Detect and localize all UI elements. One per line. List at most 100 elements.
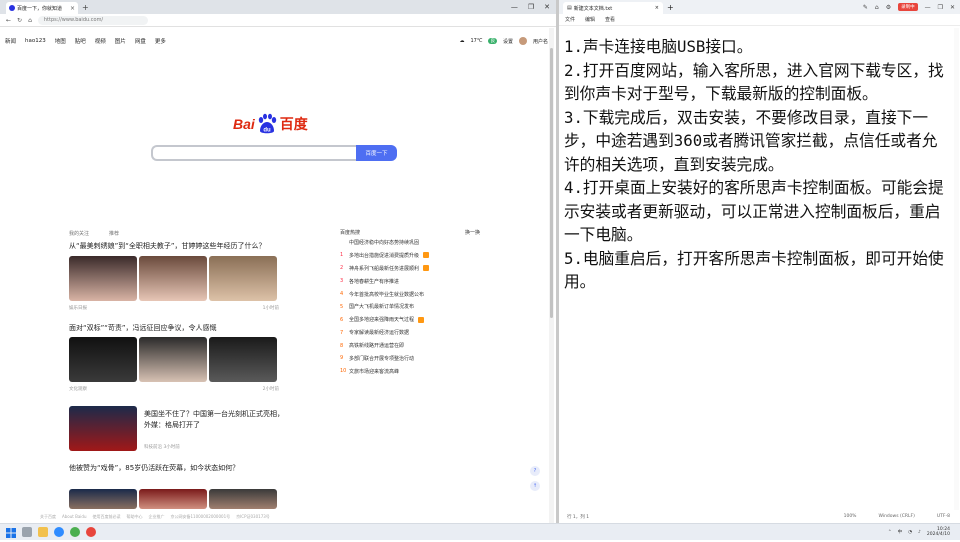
notepad-scrollbar[interactable] xyxy=(954,28,959,510)
news-image[interactable] xyxy=(209,337,277,382)
wifi-icon[interactable]: ◔ xyxy=(908,530,912,535)
volume-icon[interactable]: ♪ xyxy=(918,530,921,535)
news-title[interactable]: 他被赞为“戏骨”，85岁仍活跃在荧幕，如今状态如何？ xyxy=(69,463,284,474)
user-name[interactable]: 用户名 xyxy=(533,38,548,45)
hot-search-text[interactable]: 神舟系列飞船最新任务进展顺利 xyxy=(349,265,419,272)
close-tab-icon[interactable]: × xyxy=(70,5,75,12)
nav-link[interactable]: 新闻 xyxy=(5,37,16,45)
nav-link[interactable]: 视频 xyxy=(95,37,106,45)
search-button[interactable]: 百度一下 xyxy=(356,145,397,161)
file-explorer-icon[interactable] xyxy=(38,527,48,537)
record-badge[interactable]: 录制中 xyxy=(898,3,918,11)
weather-temp[interactable]: 17℃ xyxy=(470,38,482,44)
hot-search-item[interactable]: 4 今年首批高校毕业生就业数据公布 xyxy=(340,288,480,301)
footer-link[interactable]: 帮助中心 xyxy=(126,514,142,520)
news-image[interactable] xyxy=(139,489,207,509)
menu-file[interactable]: 文件 xyxy=(565,16,575,23)
hot-search-item[interactable]: 中国经济稳中向好态势持续巩固 xyxy=(340,236,480,249)
maximize-button[interactable]: ❐ xyxy=(938,4,943,11)
close-button[interactable]: ✕ xyxy=(544,3,550,11)
news-thumbs[interactable] xyxy=(69,489,277,509)
footer-link[interactable]: 京ICP证030173号 xyxy=(236,514,270,520)
hot-search-text[interactable]: 多地出台措施促进消费提质升级 xyxy=(349,252,419,259)
news-image[interactable] xyxy=(209,256,277,301)
news-thumbs[interactable] xyxy=(69,256,277,301)
minimize-button[interactable]: — xyxy=(925,4,931,11)
news-image[interactable] xyxy=(69,406,137,451)
news-image[interactable] xyxy=(69,256,137,301)
hot-search-text[interactable]: 各地春耕生产有序推进 xyxy=(349,278,399,285)
footer-link[interactable]: 京公网安备11000002000001号 xyxy=(170,514,230,520)
news-image[interactable] xyxy=(69,489,137,509)
news-image[interactable] xyxy=(69,337,137,382)
hot-search-item[interactable]: 3 各地春耕生产有序推进 xyxy=(340,275,480,288)
browser-tab[interactable]: 百度一下，你就知道 × xyxy=(6,2,78,14)
nav-link[interactable]: 网盘 xyxy=(135,37,146,45)
notepad-text-area[interactable]: 1.声卡连接电脑USB接口。 2.打开百度网站，输入客所思，进入官网下载专区，找… xyxy=(564,35,952,294)
hot-search-item[interactable]: 1 多地出台措施促进消费提质升级 xyxy=(340,249,480,262)
back-icon[interactable]: ← xyxy=(6,17,11,24)
scrollbar-thumb[interactable] xyxy=(550,48,553,318)
hot-search-item[interactable]: 9 多部门联合开展专项整治行动 xyxy=(340,352,480,365)
news-title[interactable]: 面对“双标”“苛责”，冯远征回应争议，令人感慨 xyxy=(69,323,217,333)
minimize-button[interactable]: — xyxy=(511,3,518,11)
hot-search-text[interactable]: 文旅市场迎来客流高峰 xyxy=(349,368,399,375)
gear-icon[interactable]: ⚙ xyxy=(886,4,891,11)
footer-link[interactable]: 关于百度 xyxy=(40,514,56,520)
hot-search-item[interactable]: 6 全国多地迎来强降雨天气过程 xyxy=(340,313,480,326)
nav-link[interactable]: 贴吧 xyxy=(75,37,86,45)
hot-search-text[interactable]: 今年首批高校毕业生就业数据公布 xyxy=(349,291,424,298)
nav-link[interactable]: 地图 xyxy=(55,37,66,45)
notepad-tab[interactable]: ▤ 新建文本文档.txt × xyxy=(563,2,663,14)
hot-search-item[interactable]: 2 神舟系列飞船最新任务进展顺利 xyxy=(340,262,480,275)
news-image[interactable] xyxy=(139,256,207,301)
hot-search-item[interactable]: 7 专家解读最新经济运行数据 xyxy=(340,326,480,339)
tab-recommend[interactable]: 推荐 xyxy=(109,230,119,237)
news-title[interactable]: 美国坐不住了？中国第一台光刻机正式亮相，外媒：格局打开了 xyxy=(144,409,284,431)
tab-following[interactable]: 我的关注 xyxy=(69,230,89,237)
pen-icon[interactable]: ✎ xyxy=(863,4,868,11)
news-image[interactable] xyxy=(209,489,277,509)
close-button[interactable]: ✕ xyxy=(950,4,955,11)
input-method-indicator[interactable]: 中 xyxy=(898,529,903,535)
back-to-top-button[interactable]: ↑ xyxy=(530,481,540,491)
nav-link[interactable]: 图片 xyxy=(115,37,126,45)
refresh-hot-link[interactable]: 换一换 xyxy=(465,229,480,236)
chrome-icon[interactable] xyxy=(70,527,80,537)
edge-browser-icon[interactable] xyxy=(54,527,64,537)
news-image[interactable] xyxy=(139,337,207,382)
close-tab-icon[interactable]: × xyxy=(655,5,659,11)
clock[interactable]: 10:24 2024/4/10 xyxy=(927,527,950,537)
new-tab-button[interactable]: + xyxy=(667,3,674,12)
avatar[interactable] xyxy=(518,37,527,45)
nav-link[interactable]: hao123 xyxy=(25,38,46,44)
news-thumbs[interactable] xyxy=(69,337,277,382)
menu-view[interactable]: 查看 xyxy=(605,16,615,23)
settings-link[interactable]: 设置 xyxy=(503,38,513,45)
hot-search-text[interactable]: 中国经济稳中向好态势持续巩固 xyxy=(349,239,419,246)
app-icon[interactable] xyxy=(86,527,96,537)
search-input[interactable] xyxy=(151,145,356,161)
nav-link[interactable]: 更多 xyxy=(155,37,166,45)
hot-search-text[interactable]: 高铁新线路开通运营在即 xyxy=(349,342,404,349)
browser-scrollbar[interactable] xyxy=(549,28,554,523)
start-icon[interactable] xyxy=(6,523,16,542)
hot-search-item[interactable]: 5 国产大飞机最新订单情况发布 xyxy=(340,300,480,313)
chevron-up-icon[interactable]: ⌃ xyxy=(888,530,892,535)
hot-search-item[interactable]: 10 文旅市场迎来客流高峰 xyxy=(340,365,480,378)
menu-edit[interactable]: 编辑 xyxy=(585,16,595,23)
new-tab-button[interactable]: + xyxy=(82,3,89,12)
hot-search-item[interactable]: 8 高铁新线路开通运营在即 xyxy=(340,339,480,352)
home-icon[interactable]: ⌂ xyxy=(28,17,32,24)
help-float-button[interactable]: ? xyxy=(530,466,540,476)
news-title[interactable]: 从“最美刺绣娘”到“全职相夫教子”，甘婷婷这些年经历了什么？ xyxy=(69,241,266,251)
hot-search-text[interactable]: 专家解读最新经济运行数据 xyxy=(349,329,409,336)
hot-search-text[interactable]: 全国多地迎来强降雨天气过程 xyxy=(349,316,414,323)
maximize-button[interactable]: ❐ xyxy=(528,3,534,11)
hot-search-text[interactable]: 国产大飞机最新订单情况发布 xyxy=(349,303,414,310)
refresh-icon[interactable]: ↻ xyxy=(17,17,22,24)
search-icon[interactable] xyxy=(22,527,32,537)
url-field[interactable]: https://www.baidu.com/ xyxy=(37,15,148,25)
footer-link[interactable]: About Baidu xyxy=(62,514,86,519)
home-icon[interactable]: ⌂ xyxy=(875,4,879,11)
